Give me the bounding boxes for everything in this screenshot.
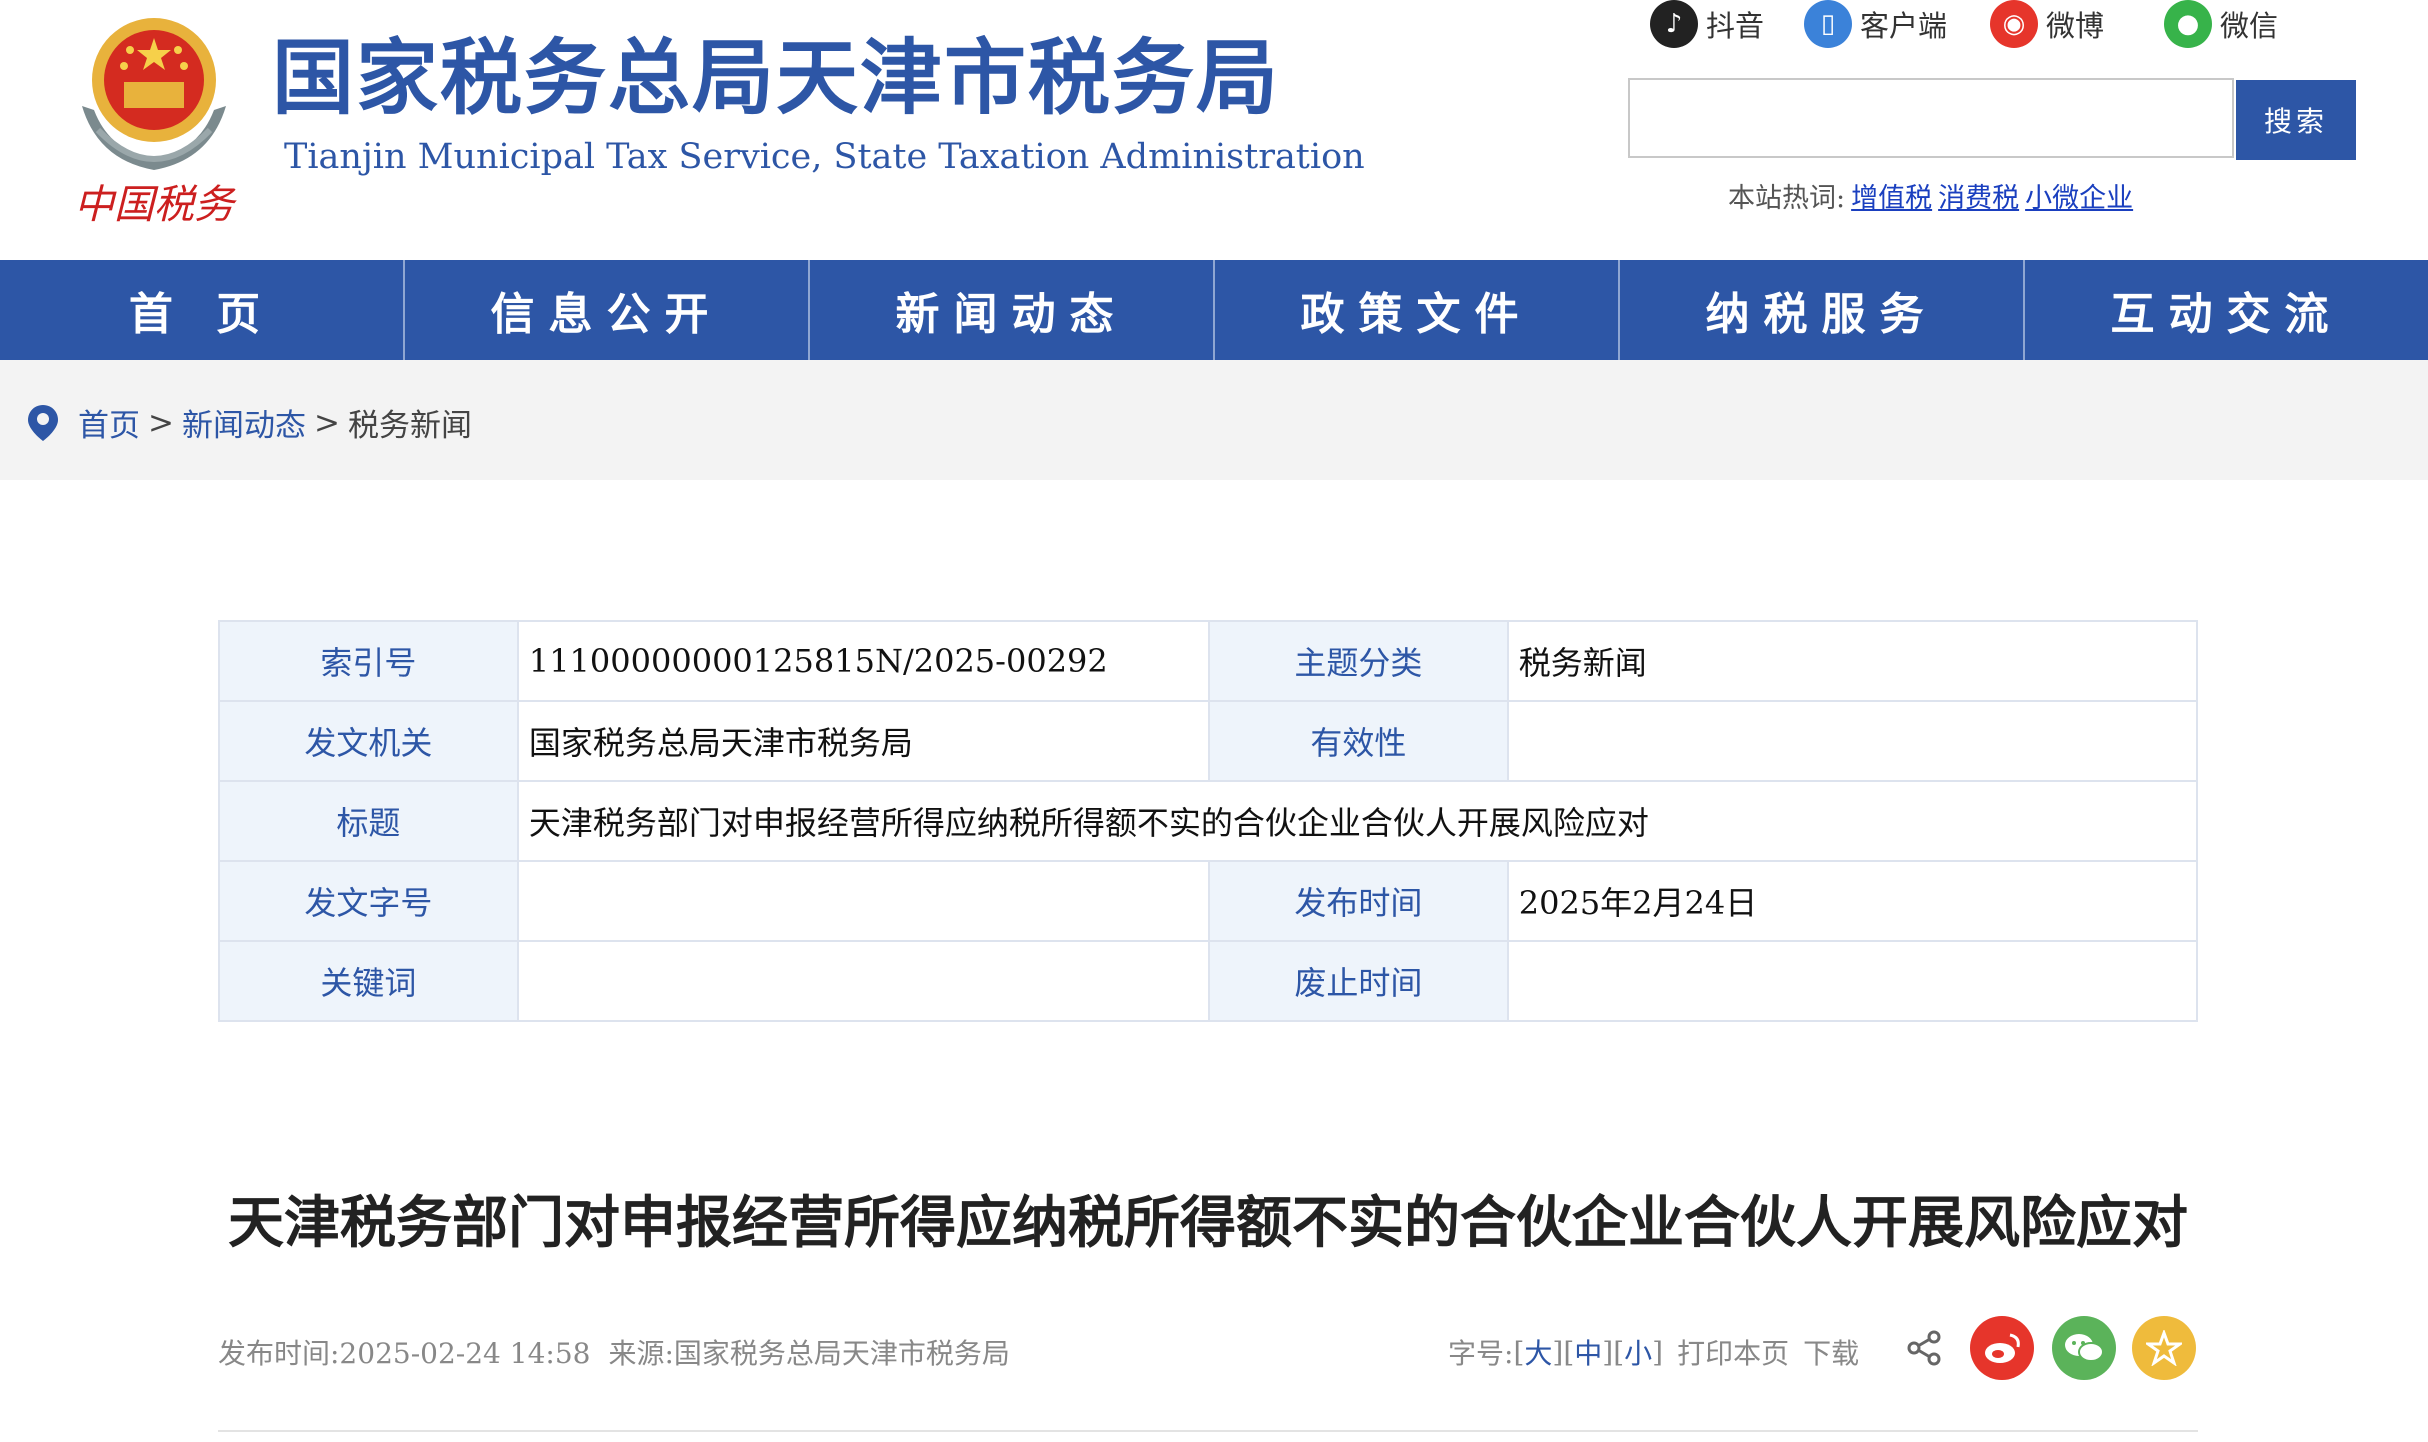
breadcrumb-current: 税务新闻 [347,408,472,444]
hot-word-consumption-tax[interactable]: 消费税 [1938,183,2019,214]
location-pin-icon [28,404,58,441]
font-size-medium[interactable]: 中 [1574,1332,1602,1372]
social-douyin[interactable]: ♪ 抖音 [1650,0,1764,48]
document-info-table: 索引号 11100000000125815N/2025-00292 主题分类 税… [218,620,2199,1022]
site-subtitle: Tianjin Municipal Tax Service, State Tax… [284,137,1365,177]
font-size-small[interactable]: 小 [1624,1332,1652,1372]
share-icon[interactable] [1906,1330,1942,1366]
nav-news[interactable]: 新闻动态 [810,260,1215,360]
favorite-button[interactable] [2132,1316,2196,1380]
bracket: ][ [1602,1335,1625,1369]
social-wechat[interactable]: ● 微信 [2164,0,2278,48]
table-row: 索引号 11100000000125815N/2025-00292 主题分类 税… [218,620,2199,702]
wechat-icon [2065,1334,2104,1362]
hot-words: 本站热词: 增值税 消费税 小微企业 [1728,176,2133,215]
hot-word-small-business[interactable]: 小微企业 [2025,183,2133,214]
topic-label: 主题分类 [1207,620,1509,702]
issuer-value: 国家税务总局天津市税务局 [516,700,1210,782]
social-weibo[interactable]: ◉ 微博 [1990,0,2104,48]
douyin-icon: ♪ [1650,0,1698,48]
nav-home[interactable]: 首 页 [0,260,405,360]
nav-interaction[interactable]: 互动交流 [2025,260,2428,360]
download-link[interactable]: 下载 [1803,1332,1859,1372]
doc-number-label: 发文字号 [218,860,519,942]
share-weibo-button[interactable] [1970,1316,2034,1380]
weibo-icon [1985,1333,2020,1363]
breadcrumb-home[interactable]: 首页 [78,400,140,445]
publish-time: 发布时间:2025-02-24 14:58 [218,1337,591,1370]
weibo-icon: ◉ [1990,0,2038,48]
nav-tax-service[interactable]: 纳税服务 [1620,260,2025,360]
font-size-label: 字号: [1448,1337,1514,1370]
hot-word-vat[interactable]: 增值税 [1851,183,1932,214]
main-nav: 首 页 信息公开 新闻动态 政策文件 纳税服务 互动交流 [0,260,2428,360]
bracket: ][ [1552,1335,1575,1369]
national-emblem-logo: 中国税务 [74,18,237,225]
mobile-client-icon: ▯ [1804,0,1852,48]
validity-value [1506,700,2199,782]
validity-label: 有效性 [1207,700,1509,782]
wechat-icon: ● [2164,0,2212,48]
table-row: 关键词 废止时间 [218,940,2199,1022]
share-wechat-button[interactable] [2052,1316,2116,1380]
title-label: 标题 [218,780,519,862]
social-weibo-label: 微博 [2046,9,2105,43]
breadcrumb-news[interactable]: 新闻动态 [182,400,306,445]
search-input[interactable] [1630,80,2232,156]
search-button[interactable]: 搜索 [2236,80,2356,160]
title-value: 天津税务部门对申报经营所得应纳税所得额不实的合伙企业合伙人开展风险应对 [516,780,2199,862]
star-icon [2146,1330,2182,1366]
bracket: ] [1652,1335,1664,1369]
social-client-label: 客户端 [1860,9,1948,43]
article-meta: 发布时间:2025-02-24 14:58 来源:国家税务总局天津市税务局 [218,1332,1010,1372]
print-link[interactable]: 打印本页 [1677,1332,1789,1372]
table-row: 发文机关 国家税务总局天津市税务局 有效性 [218,700,2199,782]
svg-text:中国税务: 中国税务 [74,182,237,225]
article-source: 来源:国家税务总局天津市税务局 [608,1337,1010,1370]
font-size-large[interactable]: 大 [1524,1332,1552,1372]
index-label: 索引号 [218,620,519,702]
index-value: 11100000000125815N/2025-00292 [516,620,1210,702]
publish-date-label: 发布时间 [1207,860,1509,942]
bracket: [ [1513,1335,1525,1369]
publish-date-value: 2025年2月24日 [1506,860,2199,942]
article-tools: 字号: [大][中][小] 打印本页 下载 [1448,1332,1859,1372]
table-row: 标题 天津税务部门对申报经营所得应纳税所得额不实的合伙企业合伙人开展风险应对 [218,780,2199,862]
nav-info-disclosure[interactable]: 信息公开 [405,260,810,360]
social-douyin-label: 抖音 [1706,9,1765,43]
hot-words-label: 本站热词: [1728,183,1846,214]
keywords-label: 关键词 [218,940,519,1022]
breadcrumb-separator: > [148,404,174,441]
expire-date-value [1506,940,2199,1022]
social-client[interactable]: ▯ 客户端 [1804,0,1947,48]
breadcrumb-separator: > [313,404,340,441]
keywords-value [516,940,1210,1022]
doc-number-value [516,860,1210,942]
article-title: 天津税务部门对申报经营所得应纳税所得额不实的合伙企业合伙人开展风险应对 [228,1190,2188,1256]
expire-date-label: 废止时间 [1207,940,1509,1022]
nav-policy[interactable]: 政策文件 [1215,260,1620,360]
divider [218,1430,2198,1432]
search-box [1628,78,2234,158]
site-title: 国家税务总局天津市税务局 [272,31,1281,126]
topic-value: 税务新闻 [1506,620,2199,702]
table-row: 发文字号 发布时间 2025年2月24日 [218,860,2199,942]
breadcrumb: 首页 > 新闻动态 > 税务新闻 [26,400,472,445]
social-wechat-label: 微信 [2220,9,2279,43]
issuer-label: 发文机关 [218,700,519,782]
